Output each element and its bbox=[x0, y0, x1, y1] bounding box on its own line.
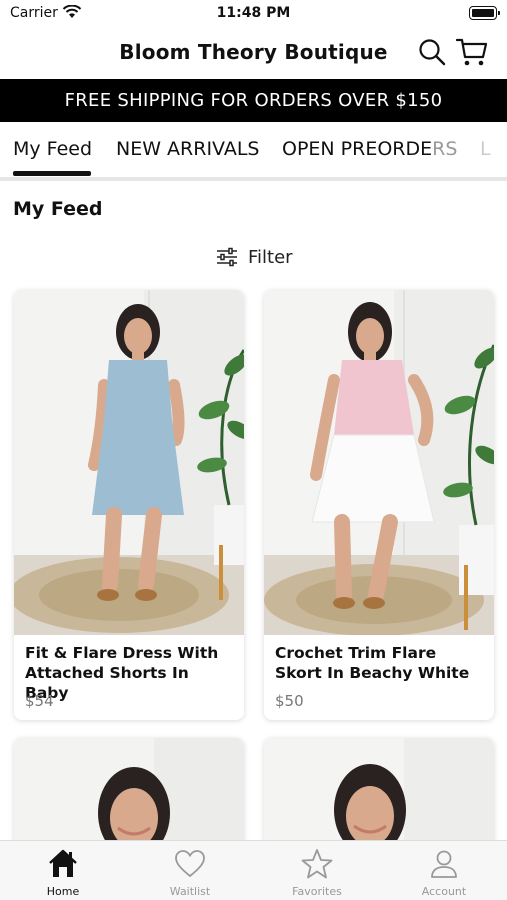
product-image[interactable] bbox=[14, 290, 244, 635]
nav-label: Account bbox=[421, 885, 467, 898]
app-header: Bloom Theory Boutique bbox=[0, 30, 507, 78]
search-icon[interactable] bbox=[418, 38, 446, 66]
tab-next[interactable]: L bbox=[480, 138, 491, 160]
home-icon bbox=[49, 849, 77, 877]
tab-label-fade: RS bbox=[432, 138, 458, 160]
product-price: $54 bbox=[25, 692, 54, 710]
tab-new-arrivals[interactable]: NEW ARRIVALS bbox=[116, 138, 259, 160]
category-tabs: My Feed NEW ARRIVALS OPEN PREORDERS L bbox=[0, 122, 507, 180]
divider bbox=[0, 177, 507, 181]
cart-icon[interactable] bbox=[456, 37, 488, 67]
status-bar: Carrier 11:48 PM bbox=[0, 0, 507, 28]
star-icon bbox=[301, 849, 333, 879]
nav-label: Home bbox=[46, 885, 80, 898]
feed-title: My Feed bbox=[13, 198, 103, 220]
nav-account[interactable]: Account bbox=[381, 841, 507, 900]
nav-waitlist[interactable]: Waitlist bbox=[127, 841, 253, 900]
nav-home[interactable]: Home bbox=[0, 841, 126, 900]
product-image[interactable] bbox=[264, 290, 494, 635]
product-card[interactable]: Crochet Trim Flare Skort In Beachy White… bbox=[264, 290, 494, 720]
product-name[interactable]: Crochet Trim Flare Skort In Beachy White bbox=[275, 643, 485, 683]
filter-label: Filter bbox=[248, 246, 293, 268]
sliders-icon bbox=[217, 247, 237, 267]
nav-label: Favorites bbox=[292, 885, 342, 898]
tab-my-feed[interactable]: My Feed bbox=[13, 138, 92, 160]
tab-open-preorders[interactable]: OPEN PREORDERS bbox=[282, 138, 457, 160]
product-card[interactable]: Fit & Flare Dress With Attached Shorts I… bbox=[14, 290, 244, 720]
battery-icon bbox=[469, 6, 500, 20]
product-name[interactable]: Fit & Flare Dress With Attached Shorts I… bbox=[25, 643, 235, 703]
nav-label: Waitlist bbox=[169, 885, 211, 898]
product-price: $50 bbox=[275, 692, 304, 710]
heart-icon bbox=[175, 850, 205, 878]
tab-label-main: OPEN PREORDE bbox=[282, 138, 433, 160]
shipping-banner: FREE SHIPPING FOR ORDERS OVER $150 bbox=[0, 79, 507, 122]
account-icon bbox=[431, 850, 457, 878]
clock: 11:48 PM bbox=[216, 5, 291, 21]
bottom-navigation: Home Waitlist Favorites Account bbox=[0, 840, 507, 900]
nav-favorites[interactable]: Favorites bbox=[254, 841, 380, 900]
active-tab-indicator bbox=[13, 171, 91, 176]
filter-button[interactable]: Filter bbox=[216, 245, 293, 269]
